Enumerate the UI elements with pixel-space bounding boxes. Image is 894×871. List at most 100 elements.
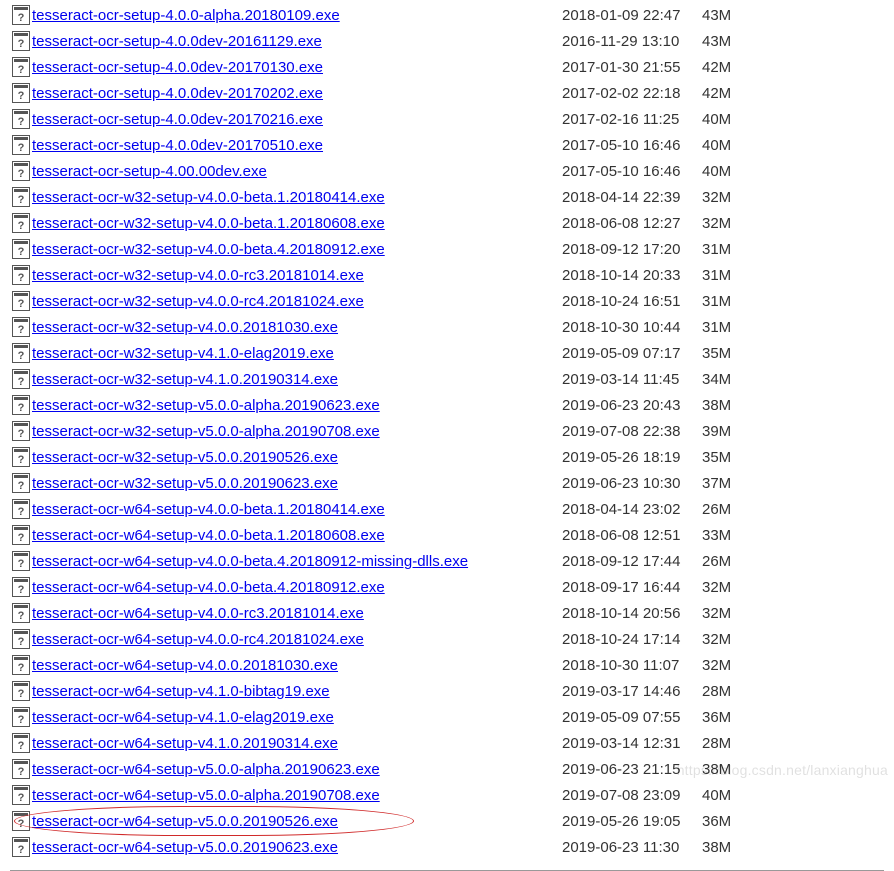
file-link[interactable]: tesseract-ocr-setup-4.0.0dev-20161129.ex… — [32, 33, 322, 50]
file-link[interactable]: tesseract-ocr-w32-setup-v4.1.0.20190314.… — [32, 371, 338, 388]
file-link[interactable]: tesseract-ocr-w64-setup-v4.1.0-bibtag19.… — [32, 683, 330, 700]
file-date: 2019-05-09 07:55 — [562, 709, 702, 726]
file-date: 2019-05-26 18:19 — [562, 449, 702, 466]
file-size: 28M — [702, 683, 752, 700]
svg-text:?: ? — [18, 454, 25, 466]
file-link[interactable]: tesseract-ocr-setup-4.0.0dev-20170216.ex… — [32, 111, 323, 128]
file-link[interactable]: tesseract-ocr-setup-4.0.0-alpha.20180109… — [32, 7, 340, 24]
file-name-cell: tesseract-ocr-w32-setup-v4.0.0-beta.1.20… — [32, 189, 562, 206]
file-row: ? tesseract-ocr-w64-setup-v4.0.0-beta.4.… — [10, 574, 884, 600]
svg-text:?: ? — [18, 376, 25, 388]
svg-text:?: ? — [18, 792, 25, 804]
file-row: ? tesseract-ocr-w64-setup-v4.0.0-rc4.201… — [10, 626, 884, 652]
svg-text:?: ? — [18, 38, 25, 50]
svg-text:?: ? — [18, 116, 25, 128]
file-link[interactable]: tesseract-ocr-w64-setup-v5.0.0-alpha.201… — [32, 787, 380, 804]
file-link[interactable]: tesseract-ocr-w32-setup-v4.0.0.20181030.… — [32, 319, 338, 336]
file-link[interactable]: tesseract-ocr-w32-setup-v4.0.0-rc3.20181… — [32, 267, 364, 284]
file-link[interactable]: tesseract-ocr-w64-setup-v5.0.0.20190623.… — [32, 839, 338, 856]
file-row: ? tesseract-ocr-w64-setup-v4.1.0-elag201… — [10, 704, 884, 730]
file-date: 2019-05-26 19:05 — [562, 813, 702, 830]
file-icon: ? — [10, 317, 32, 337]
svg-text:?: ? — [18, 90, 25, 102]
directory-listing: ? tesseract-ocr-setup-4.0.0-alpha.201801… — [0, 0, 894, 866]
file-name-cell: tesseract-ocr-w32-setup-v4.0.0.20181030.… — [32, 319, 562, 336]
file-size: 38M — [702, 397, 752, 414]
svg-text:?: ? — [18, 506, 25, 518]
file-link[interactable]: tesseract-ocr-setup-4.0.0dev-20170130.ex… — [32, 59, 323, 76]
file-icon: ? — [10, 473, 32, 493]
file-name-cell: tesseract-ocr-w64-setup-v4.1.0-bibtag19.… — [32, 683, 562, 700]
file-link[interactable]: tesseract-ocr-setup-4.0.0dev-20170510.ex… — [32, 137, 323, 154]
file-size: 35M — [702, 345, 752, 362]
file-link[interactable]: tesseract-ocr-w64-setup-v4.1.0.20190314.… — [32, 735, 338, 752]
file-name-cell: tesseract-ocr-setup-4.0.0-alpha.20180109… — [32, 7, 562, 24]
file-link[interactable]: tesseract-ocr-w64-setup-v5.0.0-alpha.201… — [32, 761, 380, 778]
file-size: 32M — [702, 189, 752, 206]
file-name-cell: tesseract-ocr-w64-setup-v4.0.0-beta.1.20… — [32, 527, 562, 544]
file-link[interactable]: tesseract-ocr-w32-setup-v5.0.0.20190623.… — [32, 475, 338, 492]
file-link[interactable]: tesseract-ocr-w32-setup-v5.0.0-alpha.201… — [32, 423, 380, 440]
file-name-cell: tesseract-ocr-w32-setup-v4.0.0-beta.4.20… — [32, 241, 562, 258]
svg-text:?: ? — [18, 12, 25, 24]
file-row: ? tesseract-ocr-w32-setup-v5.0.0.2019052… — [10, 444, 884, 470]
svg-text:?: ? — [18, 194, 25, 206]
file-name-cell: tesseract-ocr-w64-setup-v4.0.0-rc4.20181… — [32, 631, 562, 648]
file-name-cell: tesseract-ocr-w64-setup-v5.0.0.20190623.… — [32, 839, 562, 856]
file-name-cell: tesseract-ocr-w64-setup-v4.0.0-beta.4.20… — [32, 553, 562, 570]
file-link[interactable]: tesseract-ocr-w64-setup-v5.0.0.20190526.… — [32, 813, 338, 830]
svg-text:?: ? — [18, 818, 25, 830]
file-row: ? tesseract-ocr-w64-setup-v5.0.0.2019052… — [10, 808, 884, 834]
file-name-cell: tesseract-ocr-w64-setup-v5.0.0-alpha.201… — [32, 787, 562, 804]
file-name-cell: tesseract-ocr-setup-4.00.00dev.exe — [32, 163, 562, 180]
file-link[interactable]: tesseract-ocr-w64-setup-v4.0.0-rc4.20181… — [32, 631, 364, 648]
file-link[interactable]: tesseract-ocr-w32-setup-v4.0.0-beta.1.20… — [32, 215, 385, 232]
file-link[interactable]: tesseract-ocr-w64-setup-v4.0.0-beta.1.20… — [32, 501, 385, 518]
file-icon: ? — [10, 759, 32, 779]
file-icon: ? — [10, 213, 32, 233]
file-name-cell: tesseract-ocr-w32-setup-v4.0.0-beta.1.20… — [32, 215, 562, 232]
file-link[interactable]: tesseract-ocr-w64-setup-v4.1.0-elag2019.… — [32, 709, 334, 726]
file-name-cell: tesseract-ocr-w32-setup-v4.0.0-rc3.20181… — [32, 267, 562, 284]
file-icon: ? — [10, 733, 32, 753]
file-link[interactable]: tesseract-ocr-setup-4.0.0dev-20170202.ex… — [32, 85, 323, 102]
file-link[interactable]: tesseract-ocr-w32-setup-v4.0.0-beta.1.20… — [32, 189, 385, 206]
file-size: 38M — [702, 839, 752, 856]
file-size: 31M — [702, 267, 752, 284]
file-row: ? tesseract-ocr-w32-setup-v4.0.0-beta.1.… — [10, 184, 884, 210]
file-date: 2017-05-10 16:46 — [562, 163, 702, 180]
file-link[interactable]: tesseract-ocr-w64-setup-v4.0.0-beta.4.20… — [32, 579, 385, 596]
file-size: 31M — [702, 293, 752, 310]
svg-text:?: ? — [18, 610, 25, 622]
svg-text:?: ? — [18, 740, 25, 752]
file-size: 28M — [702, 735, 752, 752]
file-link[interactable]: tesseract-ocr-w32-setup-v4.0.0-rc4.20181… — [32, 293, 364, 310]
file-link[interactable]: tesseract-ocr-w64-setup-v4.0.0-rc3.20181… — [32, 605, 364, 622]
file-link[interactable]: tesseract-ocr-w32-setup-v5.0.0-alpha.201… — [32, 397, 380, 414]
file-icon: ? — [10, 291, 32, 311]
file-date: 2016-11-29 13:10 — [562, 33, 702, 50]
file-date: 2019-03-14 11:45 — [562, 371, 702, 388]
file-date: 2018-09-17 16:44 — [562, 579, 702, 596]
file-size: 26M — [702, 501, 752, 518]
file-icon: ? — [10, 161, 32, 181]
file-size: 36M — [702, 813, 752, 830]
file-size: 32M — [702, 657, 752, 674]
svg-text:?: ? — [18, 558, 25, 570]
file-link[interactable]: tesseract-ocr-w64-setup-v4.0.0-beta.4.20… — [32, 553, 468, 570]
file-link[interactable]: tesseract-ocr-w64-setup-v4.0.0-beta.1.20… — [32, 527, 385, 544]
file-size: 36M — [702, 709, 752, 726]
file-size: 32M — [702, 579, 752, 596]
svg-text:?: ? — [18, 324, 25, 336]
file-link[interactable]: tesseract-ocr-w32-setup-v4.1.0-elag2019.… — [32, 345, 334, 362]
file-link[interactable]: tesseract-ocr-setup-4.00.00dev.exe — [32, 163, 267, 180]
svg-text:?: ? — [18, 64, 25, 76]
file-date: 2018-06-08 12:27 — [562, 215, 702, 232]
file-icon: ? — [10, 629, 32, 649]
file-link[interactable]: tesseract-ocr-w32-setup-v4.0.0-beta.4.20… — [32, 241, 385, 258]
file-size: 32M — [702, 605, 752, 622]
file-icon: ? — [10, 577, 32, 597]
file-link[interactable]: tesseract-ocr-w64-setup-v4.0.0.20181030.… — [32, 657, 338, 674]
file-link[interactable]: tesseract-ocr-w32-setup-v5.0.0.20190526.… — [32, 449, 338, 466]
file-name-cell: tesseract-ocr-w64-setup-v5.0.0-alpha.201… — [32, 761, 562, 778]
